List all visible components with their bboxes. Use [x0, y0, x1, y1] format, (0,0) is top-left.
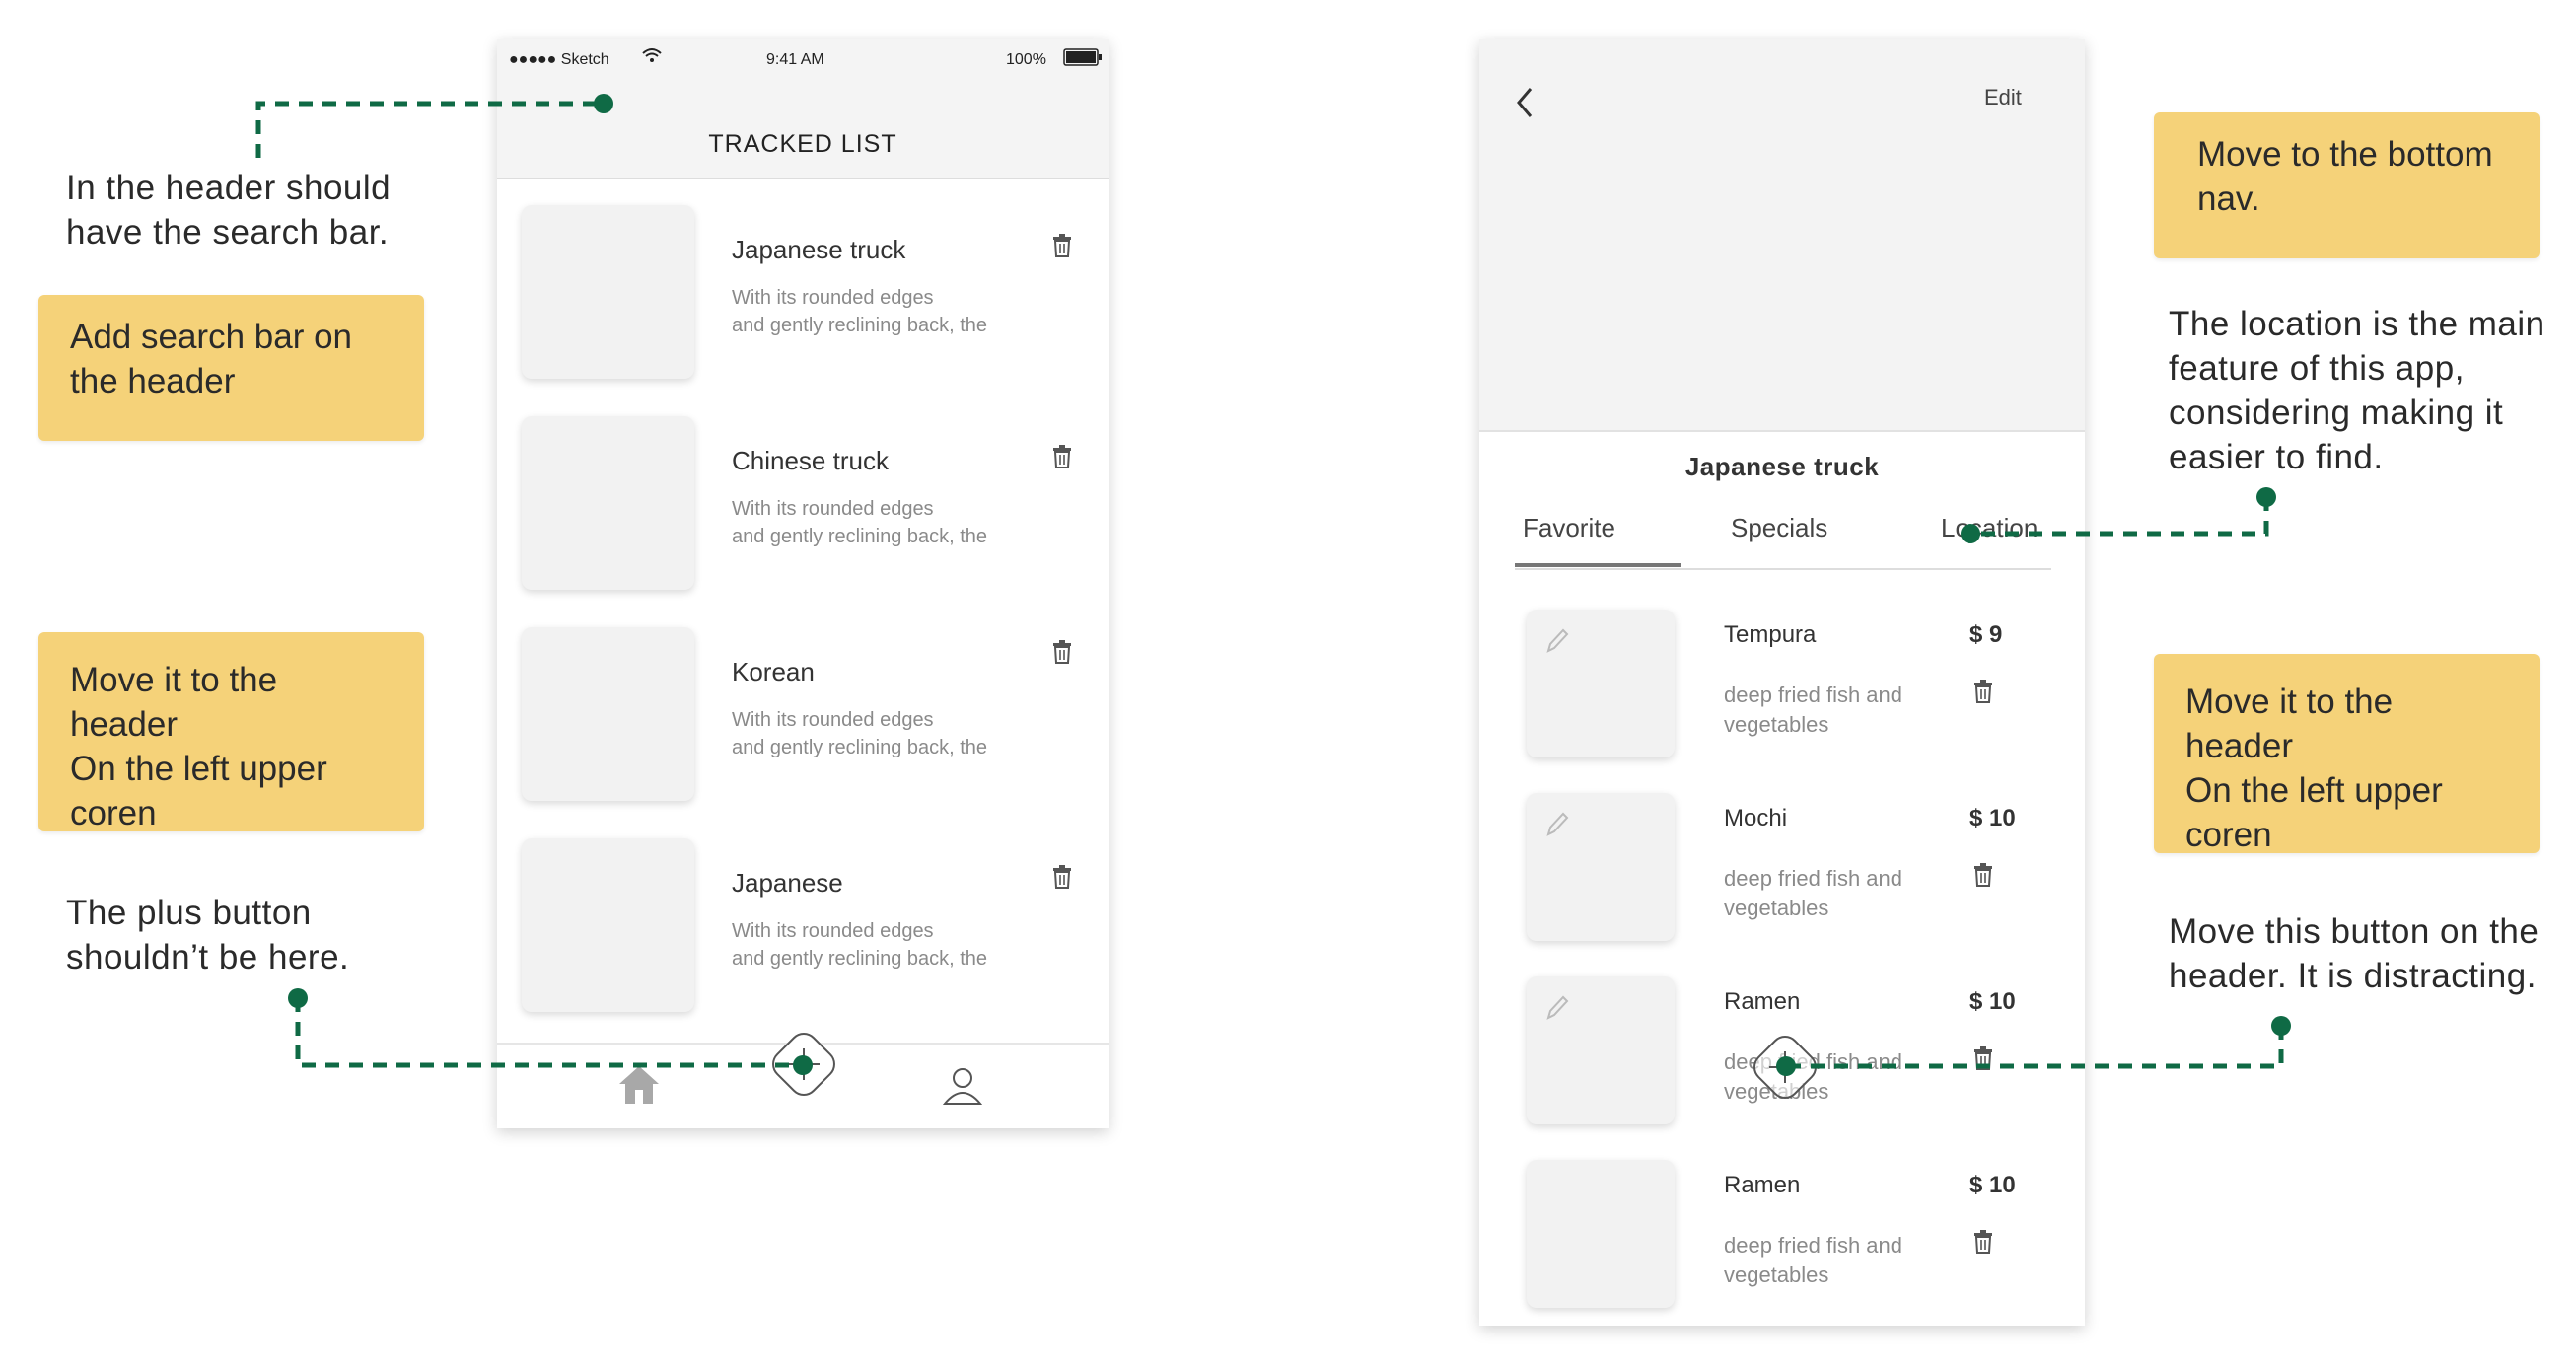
item-price: $ 10 [1969, 805, 2016, 831]
user-icon[interactable] [941, 1064, 984, 1113]
truck-thumbnail [522, 838, 694, 1012]
wifi-icon [641, 46, 663, 69]
annotation-search-note: In the header should have the search bar… [66, 169, 392, 252]
item-thumbnail [1527, 793, 1675, 941]
list-item[interactable]: Chinese truck With its rounded edges and… [497, 408, 1109, 596]
tab-location[interactable]: Location [1941, 513, 2038, 543]
annotation-button-note: Move this button on the header. It is di… [2169, 912, 2540, 995]
list-item[interactable]: Japanese With its rounded edges and gent… [497, 830, 1109, 1018]
menu-item[interactable]: Ramen $ 10 deep fried fish and vegetable… [1479, 1154, 2085, 1322]
item-name: Tempura [1724, 621, 1817, 648]
pencil-icon[interactable] [1544, 627, 1570, 655]
trash-icon[interactable] [1972, 679, 1994, 704]
annotation-location-note: The location is the main feature of this… [2169, 305, 2545, 476]
trash-icon[interactable] [1972, 1229, 1994, 1255]
sticky-add-search-bar: Add search bar on the header [38, 295, 424, 441]
sticky-move-to-header-right: Move it to the header On the left upper … [2154, 654, 2540, 854]
item-description: deep fried fish and vegetables [1724, 683, 1903, 737]
card-title: Japanese [732, 868, 843, 898]
pencil-icon[interactable] [1544, 994, 1570, 1022]
list-item[interactable]: Korean With its rounded edges and gently… [497, 619, 1109, 807]
status-battery: 100% [1006, 51, 1046, 68]
sticky-move-to-header-left: Move it to the header On the left upper … [38, 632, 424, 832]
item-thumbnail [1527, 976, 1675, 1124]
status-carrier: ●●●●● Sketch [509, 51, 609, 68]
tab-specials[interactable]: Specials [1731, 513, 1827, 543]
tracked-list-screen: ●●●●● Sketch 9:41 AM 100% TRACKED LIST J… [497, 39, 1109, 1128]
item-name: Ramen [1724, 988, 1801, 1015]
truck-thumbnail [522, 205, 694, 379]
menu-item[interactable]: Tempura $ 9 deep fried fish and vegetabl… [1479, 604, 2085, 771]
trash-icon[interactable] [1972, 862, 1994, 888]
truck-detail-screen: Edit Japanese truck Favorite Specials Lo… [1479, 39, 2085, 1326]
bottom-tab-bar [497, 1033, 1109, 1128]
card-description: With its rounded edges and gently reclin… [732, 287, 988, 336]
trash-icon[interactable] [1051, 444, 1073, 469]
menu-item[interactable]: Mochi $ 10 deep fried fish and vegetable… [1479, 787, 2085, 955]
card-description: With its rounded edges and gently reclin… [732, 498, 988, 547]
detail-tabs: Favorite Specials Location [1515, 513, 2051, 570]
card-description: With its rounded edges and gently reclin… [732, 709, 988, 758]
active-tab-indicator [1515, 563, 1681, 567]
plus-icon[interactable] [764, 1025, 843, 1109]
annotation-plus-note: The plus button shouldn’t be here. [66, 894, 350, 976]
item-price: $ 9 [1969, 621, 2003, 648]
tab-favorite[interactable]: Favorite [1523, 513, 1615, 543]
home-icon[interactable] [615, 1062, 663, 1111]
card-title: Japanese truck [732, 235, 906, 264]
pencil-icon[interactable] [1544, 811, 1570, 838]
card-description: With its rounded edges and gently reclin… [732, 920, 988, 970]
item-thumbnail [1527, 1160, 1675, 1308]
back-icon[interactable] [1513, 85, 1537, 125]
trash-icon[interactable] [1051, 233, 1073, 258]
trash-icon[interactable] [1972, 1045, 1994, 1071]
trash-icon[interactable] [1051, 639, 1073, 665]
edit-button[interactable]: Edit [1984, 85, 2022, 110]
trash-icon[interactable] [1051, 864, 1073, 890]
page-title: TRACKED LIST [708, 130, 897, 158]
item-name: Ramen [1724, 1172, 1801, 1198]
item-price: $ 10 [1969, 1172, 2016, 1198]
sticky-move-to-bottom-nav: Move to the bottom nav. [2154, 112, 2540, 258]
status-bar: ●●●●● Sketch 9:41 AM 100% [497, 39, 1109, 79]
item-name: Mochi [1724, 805, 1788, 831]
plus-icon[interactable] [1746, 1028, 1825, 1112]
item-thumbnail [1527, 610, 1675, 757]
status-time: 9:41 AM [766, 51, 824, 68]
item-price: $ 10 [1969, 988, 2016, 1015]
tracked-list-header: ●●●●● Sketch 9:41 AM 100% TRACKED LIST [497, 39, 1109, 179]
list-item[interactable]: Japanese truck With its rounded edges an… [497, 197, 1109, 385]
card-title: Chinese truck [732, 446, 889, 475]
truck-thumbnail [522, 627, 694, 801]
item-description: deep fried fish and vegetables [1724, 1233, 1903, 1287]
truck-thumbnail [522, 416, 694, 590]
card-title: Korean [732, 657, 815, 686]
item-description: deep fried fish and vegetables [1724, 866, 1903, 920]
battery-icon [1063, 48, 1103, 71]
page-title: Japanese truck [1684, 452, 1880, 481]
